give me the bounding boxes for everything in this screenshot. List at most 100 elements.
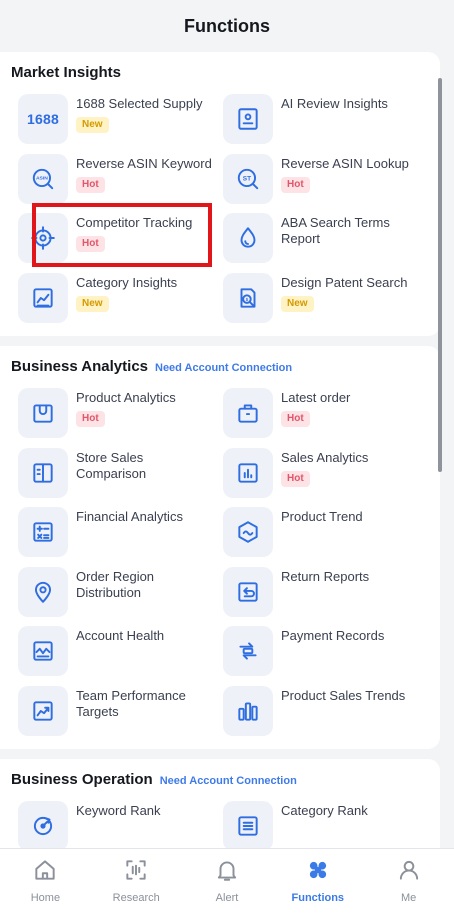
hot-badge: Hot: [76, 176, 105, 193]
bar-chart-icon: [223, 447, 273, 498]
function-item-label: Category Insights: [76, 274, 178, 290]
function-item-ai-review-insights[interactable]: AI Review Insights: [216, 90, 421, 150]
sections-container: Market Insights 1688 1688 Selected Supply N…: [0, 52, 454, 848]
function-item-text: Team Performance Targets: [76, 686, 216, 720]
function-item-text: Return Reports: [281, 567, 421, 585]
function-item-team-performance-targets[interactable]: Team Performance Targets: [11, 682, 216, 742]
function-item-label: Latest order: [281, 390, 351, 405]
function-item-text: Keyword Rank: [76, 801, 216, 819]
tab-label: Functions: [291, 892, 345, 904]
functions-grid-icon: [305, 857, 331, 888]
function-item-latest-order[interactable]: Latest order Hot: [216, 384, 421, 444]
function-item-return-reports[interactable]: Return Reports: [216, 563, 421, 623]
function-item-order-region-distribution[interactable]: Order Region Distribution: [11, 563, 216, 623]
trend-up-icon: [18, 685, 68, 736]
function-item-text: Order Region Distribution: [76, 567, 216, 601]
tab-functions[interactable]: Functions: [272, 849, 363, 916]
function-item-text: ABA Search Terms Report: [281, 213, 421, 247]
function-item-text: 1688 Selected Supply New: [76, 94, 216, 133]
function-item-label: Store Sales Comparison: [76, 449, 147, 481]
function-item-label: Category Rank: [281, 803, 368, 818]
function-item-label: Reverse ASIN Keyword: [76, 155, 212, 171]
order-box-icon: [223, 388, 273, 438]
tab-label: Home: [30, 892, 61, 904]
functions-scroll-area[interactable]: Market Insights 1688 1688 Selected Supply N…: [0, 52, 454, 848]
function-item-sales-analytics[interactable]: Sales Analytics Hot: [216, 444, 421, 504]
asin-search-icon: ASIN: [18, 153, 68, 204]
function-item-aba-search-terms-report[interactable]: ABA Search Terms Report: [216, 209, 421, 269]
function-item-keyword-rank[interactable]: Keyword Rank: [11, 797, 216, 848]
function-item-design-patent-search[interactable]: $ Design Patent Search New: [216, 269, 421, 329]
tab-me[interactable]: Me: [363, 849, 454, 916]
tab-research[interactable]: Research: [91, 849, 182, 916]
health-wave-icon: [18, 626, 68, 676]
function-grid: Keyword Rank Category Rank: [11, 797, 440, 848]
svg-text:ST: ST: [243, 175, 251, 182]
function-item-financial-analytics[interactable]: Financial Analytics: [11, 503, 216, 563]
function-item-text: Product Sales Trends: [281, 686, 421, 704]
function-item-text: Product Analytics Hot: [76, 388, 216, 427]
function-item-text: Reverse ASIN Keyword Hot: [76, 154, 216, 193]
section-header: Business Operation Need Account Connectio…: [11, 771, 440, 791]
function-item-text: Financial Analytics: [76, 507, 216, 525]
patent-search-icon: $: [223, 272, 273, 323]
function-item-label: Product Trend: [281, 509, 363, 524]
new-badge: New: [76, 117, 109, 133]
1688-logo-icon: 1688: [18, 94, 68, 144]
function-item-label: Account Health: [76, 628, 165, 643]
function-item-text: Payment Records: [281, 626, 421, 644]
svg-text:ASIN: ASIN: [36, 175, 48, 181]
tab-label: Alert: [215, 892, 239, 904]
new-badge: New: [281, 295, 314, 312]
tab-alert[interactable]: Alert: [182, 849, 273, 916]
tab-label: Research: [112, 892, 160, 904]
bag-icon: [18, 388, 68, 438]
icon-text: 1688: [27, 111, 59, 127]
function-item-payment-records[interactable]: Payment Records: [216, 622, 421, 682]
function-item-1688-selected-supply[interactable]: 1688 1688 Selected Supply New: [11, 90, 216, 150]
function-item-label: Keyword Rank: [76, 803, 161, 818]
function-item-label: Product Analytics: [76, 390, 176, 405]
function-item-text: AI Review Insights: [281, 94, 421, 112]
calculator-icon: [18, 507, 68, 557]
function-item-product-sales-trends[interactable]: Product Sales Trends: [216, 682, 421, 742]
function-item-text: Sales Analytics Hot: [281, 448, 421, 487]
function-item-text: Category Insights New: [76, 273, 216, 312]
function-item-reverse-asin-keyword[interactable]: ASIN Reverse ASIN Keyword Hot: [11, 150, 216, 210]
section-title: Market Insights: [11, 64, 122, 81]
function-item-product-analytics[interactable]: Product Analytics Hot: [11, 384, 216, 444]
return-arrow-icon: [223, 566, 273, 617]
function-item-reverse-asin-lookup[interactable]: ST Reverse ASIN Lookup Hot: [216, 150, 421, 210]
drop-icon: [223, 213, 273, 263]
account-connection-note[interactable]: Need Account Connection: [160, 775, 297, 787]
function-item-category-rank[interactable]: Category Rank: [216, 797, 421, 848]
scrollbar[interactable]: [438, 78, 442, 472]
function-item-label: ABA Search Terms Report: [281, 215, 390, 246]
function-item-label: Sales Analytics: [281, 449, 369, 465]
hot-badge: Hot: [76, 411, 105, 427]
hexagon-wave-icon: [223, 507, 273, 557]
function-item-label: Design Patent Search: [281, 274, 408, 290]
function-item-store-sales-comparison[interactable]: Store Sales Comparison: [11, 444, 216, 504]
function-item-text: Product Trend: [281, 507, 421, 525]
split-panel-icon: [18, 447, 68, 498]
function-item-label: Product Sales Trends: [281, 687, 406, 703]
column-bars-icon: [223, 685, 273, 736]
function-item-text: Design Patent Search New: [281, 273, 421, 312]
function-item-product-trend[interactable]: Product Trend: [216, 503, 421, 563]
list-rank-icon: [223, 801, 273, 848]
function-item-text: Category Rank: [281, 801, 421, 819]
function-item-account-health[interactable]: Account Health: [11, 622, 216, 682]
page-header: Functions: [0, 0, 454, 52]
research-icon: [123, 857, 149, 888]
function-item-category-insights[interactable]: Category Insights New: [11, 269, 216, 329]
function-item-label: Team Performance Targets: [76, 687, 186, 719]
competitor-tracking-highlight: [32, 203, 212, 267]
new-badge: New: [76, 295, 109, 312]
hot-badge: Hot: [281, 470, 310, 487]
home-icon: [32, 857, 58, 888]
tab-home[interactable]: Home: [0, 849, 91, 916]
section-header: Business Analytics Need Account Connectio…: [11, 358, 440, 378]
account-connection-note[interactable]: Need Account Connection: [155, 362, 292, 374]
function-item-label: 1688 Selected Supply: [76, 96, 203, 111]
